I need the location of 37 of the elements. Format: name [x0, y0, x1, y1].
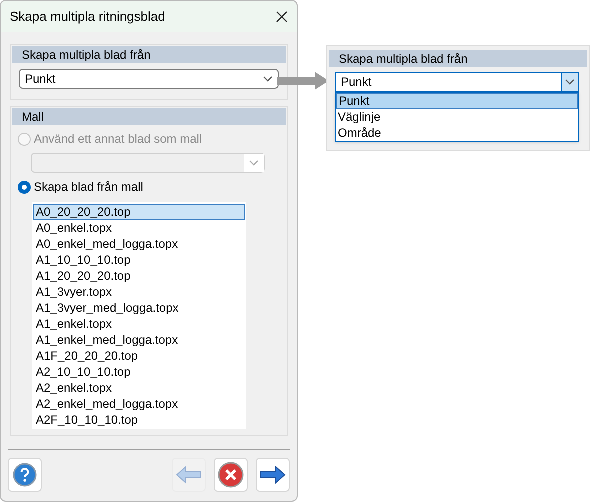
template-item[interactable]: A1F_20_20_20.top	[33, 348, 245, 364]
section-header: Skapa multipla blad från	[329, 50, 587, 67]
template-item[interactable]: A2F_10_10_10.top	[33, 412, 245, 428]
dropdown-option[interactable]: Punkt	[336, 93, 578, 109]
radio-label: Använd ett annat blad som mall	[34, 131, 202, 148]
question-icon	[13, 463, 37, 487]
section-header: Skapa multipla blad från	[12, 46, 286, 63]
cancel-icon	[218, 462, 244, 488]
radio-label: Skapa blad från mall	[34, 179, 144, 196]
radio-button[interactable]	[18, 180, 31, 194]
help-button[interactable]	[8, 458, 42, 492]
arrow-right-icon	[260, 466, 286, 484]
close-icon[interactable]	[276, 10, 288, 22]
section-header: Mall	[12, 108, 286, 125]
template-item[interactable]: A0_enkel.topx	[33, 220, 245, 236]
source-dropdown[interactable]: Punkt	[335, 72, 579, 92]
template-item[interactable]: A1_10_10_10.top	[33, 252, 245, 268]
chevron-down-icon	[565, 79, 575, 85]
dropdown-option[interactable]: Väglinje	[336, 109, 578, 125]
template-item[interactable]: A2_enkel_med_logga.topx	[33, 396, 245, 412]
source-dropdown[interactable]: Punkt	[19, 69, 279, 89]
chevron-down-icon	[263, 76, 273, 82]
template-item[interactable]: A2_enkel.topx	[33, 380, 245, 396]
next-button[interactable]	[256, 458, 290, 492]
arrow-left-icon	[176, 466, 202, 484]
dropdown-option[interactable]: Område	[336, 125, 578, 141]
template-item[interactable]: A1_3vyer.topx	[33, 284, 245, 300]
template-item[interactable]: A1_enkel_med_logga.topx	[33, 332, 245, 348]
template-item[interactable]: A0_enkel_med_logga.topx	[33, 236, 245, 252]
cancel-button[interactable]	[214, 458, 248, 492]
window-title: Skapa multipla ritningsblad	[10, 8, 166, 26]
template-item[interactable]: A1_enkel.topx	[33, 316, 245, 332]
chevron-down-icon	[249, 160, 259, 166]
template-item[interactable]: A1_20_20_20.top	[33, 268, 245, 284]
template-item[interactable]: A2_10_10_10.top	[33, 364, 245, 380]
template-item[interactable]: A1_3vyer_med_logga.topx	[33, 300, 245, 316]
template-item[interactable]: A0_20_20_20.top	[33, 204, 245, 220]
